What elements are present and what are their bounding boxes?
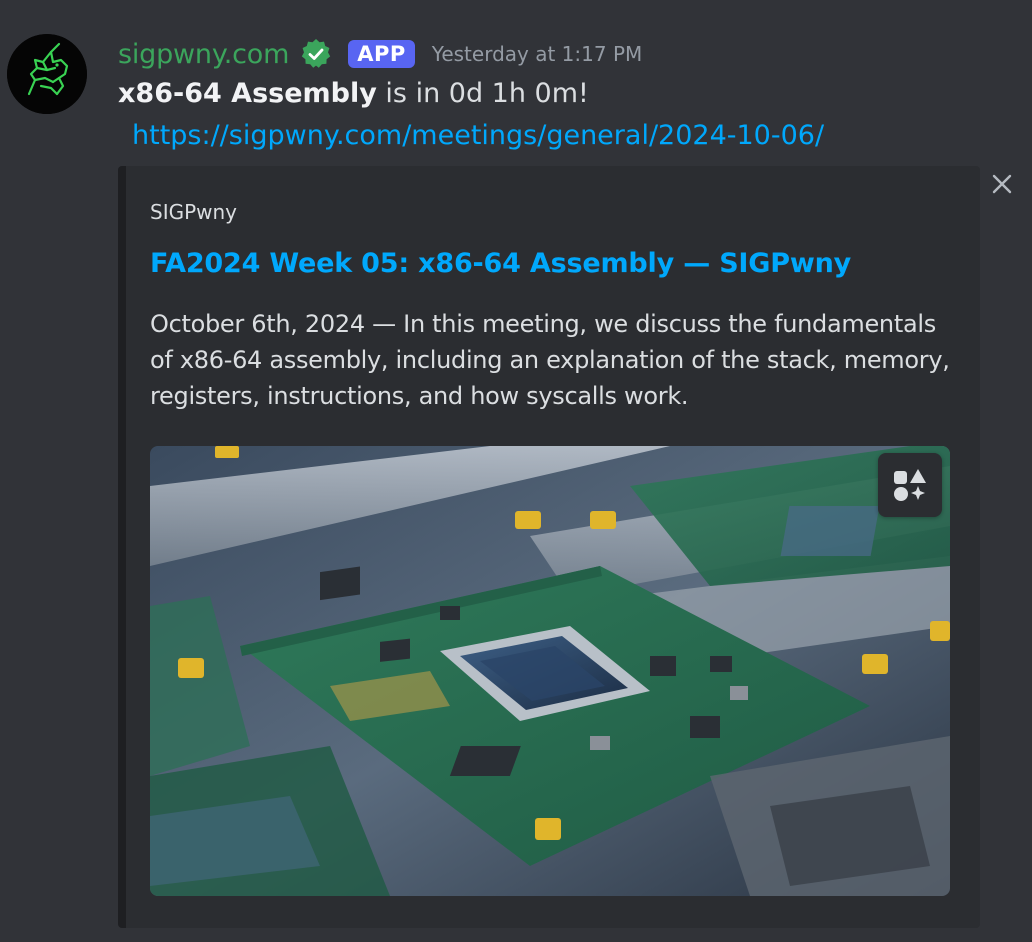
close-icon: [992, 174, 1012, 194]
close-embed-button[interactable]: [986, 168, 1018, 200]
embed-image[interactable]: [150, 446, 950, 896]
meeting-link[interactable]: https://sigpwny.com/meetings/general/202…: [132, 120, 824, 151]
timestamp[interactable]: Yesterday at 1:17 PM: [432, 42, 643, 66]
username[interactable]: sigpwny.com: [118, 39, 289, 70]
image-action-button[interactable]: [878, 453, 942, 517]
apps-icon: [894, 469, 926, 501]
chat-message: sigpwny.com APP Yesterday at 1:17 PM x86…: [0, 0, 1032, 942]
message-header: sigpwny.com APP Yesterday at 1:17 PM: [118, 34, 642, 74]
app-badge: APP: [348, 40, 415, 68]
embed-provider: SIGPwny: [150, 200, 238, 224]
verified-badge-icon: [299, 37, 333, 71]
unicorn-logo-icon: [7, 34, 87, 114]
event-countdown: is in 0d 1h 0m!: [376, 78, 589, 109]
embed-title[interactable]: FA2024 Week 05: x86-64 Assembly — SIGPwn…: [150, 248, 851, 279]
message-content: x86-64 Assembly is in 0d 1h 0m!: [118, 78, 589, 109]
avatar[interactable]: [7, 34, 87, 114]
event-name: x86-64 Assembly: [118, 78, 377, 109]
embed-description: October 6th, 2024 — In this meeting, we …: [150, 310, 950, 410]
